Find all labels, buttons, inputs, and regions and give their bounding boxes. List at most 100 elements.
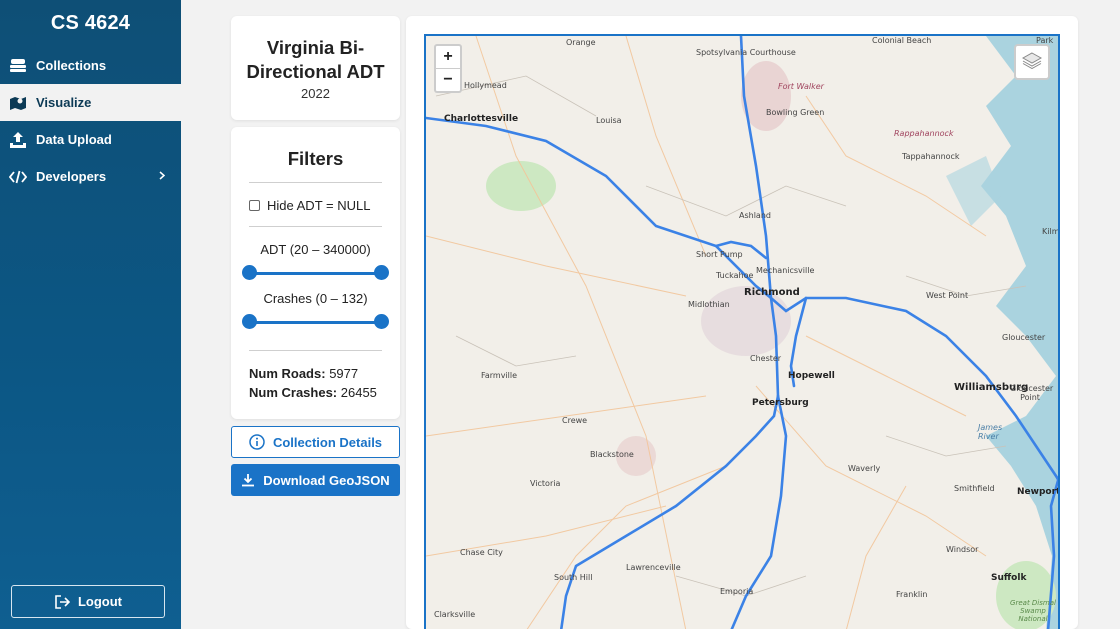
place-label: South Hill [554, 573, 593, 582]
place-label: Windsor [946, 545, 979, 554]
crashes-range-slider[interactable] [242, 314, 389, 330]
num-crashes-stat: Num Crashes: 26455 [249, 385, 377, 400]
adt-range-label: ADT (20 – 340000) [260, 242, 371, 257]
place-label: Chester [750, 354, 782, 363]
sidebar-item-label: Collections [36, 58, 107, 73]
place-label: Smithfield [954, 484, 995, 493]
place-label: Clarksville [434, 610, 476, 619]
num-crashes-label: Num Crashes: [249, 385, 338, 400]
filters-heading: Filters [287, 148, 344, 169]
map-base-layer[interactable] [426, 36, 1060, 629]
place-label: Bowling Green [766, 108, 825, 117]
brand-title: CS 4624 [50, 12, 131, 34]
place-label: Hopewell [788, 371, 835, 381]
map-icon [8, 94, 28, 112]
sidebar-item-developers[interactable]: Developers [0, 158, 181, 195]
place-label: Colonial Beach [872, 36, 932, 45]
divider [249, 226, 382, 227]
place-label: Midlothian [688, 300, 730, 309]
num-roads-stat: Num Roads: 5977 [249, 366, 358, 381]
sidebar-item-visualize[interactable]: Visualize [0, 84, 181, 121]
chevron-right-icon [159, 170, 166, 183]
place-label: Louisa [596, 116, 622, 125]
logout-label: Logout [77, 594, 123, 609]
place-label: Lawrenceville [626, 563, 681, 572]
layers-toggle-button[interactable] [1014, 44, 1050, 80]
place-label: Richmond [744, 287, 800, 298]
zoom-in-button[interactable]: + [436, 46, 460, 68]
place-label: Tappahannock [902, 152, 960, 161]
place-label: Blackstone [590, 450, 634, 459]
sidebar: CS 4624 Collections Visualize Data Uploa… [0, 0, 181, 629]
zoom-out-button[interactable]: − [436, 68, 460, 91]
place-label: Chase City [460, 548, 503, 557]
info-icon [249, 434, 265, 450]
slider-max-handle[interactable] [374, 265, 389, 280]
place-label: Emporia [720, 587, 754, 596]
sidebar-item-label: Data Upload [36, 132, 112, 147]
zoom-control: + − [434, 44, 462, 93]
place-label: Orange [566, 38, 596, 47]
slider-min-handle[interactable] [242, 265, 257, 280]
place-label: Gloucester Point [1010, 384, 1054, 402]
layers-icon [1021, 51, 1043, 74]
slider-track[interactable] [249, 272, 382, 275]
place-label: Gloucester [1002, 333, 1046, 342]
checkbox-box[interactable] [249, 200, 260, 211]
dataset-title: Virginia Bi-Directional ADT [246, 37, 385, 82]
num-crashes-value: 26455 [340, 385, 377, 400]
place-label: Victoria [530, 479, 561, 488]
place-label: Rappahannock [894, 129, 954, 138]
place-label: West Point [926, 291, 969, 300]
sidebar-item-collections[interactable]: Collections [0, 47, 181, 84]
collection-details-label: Collection Details [272, 434, 383, 450]
sidebar-item-label: Visualize [36, 95, 92, 110]
place-label: Franklin [896, 590, 928, 599]
place-label: Crewe [562, 416, 588, 425]
hide-null-label: Hide ADT = NULL [267, 198, 371, 213]
forest-area [486, 161, 556, 211]
adt-range-slider[interactable] [242, 265, 389, 281]
dataset-title-card: Virginia Bi-Directional ADT 2022 [231, 16, 400, 120]
divider [249, 350, 382, 351]
water-body [946, 156, 1001, 226]
num-roads-value: 5977 [329, 366, 359, 381]
crashes-range-label: Crashes (0 – 132) [263, 291, 368, 306]
sidebar-item-label: Developers [36, 169, 107, 184]
place-label: Mechanicsville [756, 266, 815, 275]
place-label: Farmville [481, 371, 518, 380]
slider-min-handle[interactable] [242, 314, 257, 329]
place-label: Ashland [739, 211, 771, 220]
download-geojson-button[interactable]: Download GeoJSON [231, 464, 400, 496]
place-label: Newport [1017, 487, 1060, 497]
place-label: Spotsylvania Courthouse [696, 48, 796, 57]
num-roads-label: Num Roads: [249, 366, 326, 381]
place-label: James River [978, 423, 1003, 441]
place-label: Hollymead [464, 81, 507, 90]
filters-panel: Filters Hide ADT = NULL ADT (20 – 340000… [231, 127, 400, 419]
dataset-year: 2022 [301, 86, 330, 101]
divider [249, 182, 382, 183]
download-geojson-label: Download GeoJSON [263, 472, 390, 488]
logout-button[interactable]: Logout [11, 585, 165, 618]
place-label: Suffolk [991, 573, 1027, 583]
upload-icon [8, 131, 28, 149]
place-label: Fort Walker [778, 82, 824, 91]
place-label: Petersburg [752, 398, 809, 408]
layers-stack-icon [8, 57, 28, 75]
code-icon [8, 168, 28, 186]
place-label: Tuckahoe [716, 271, 754, 280]
logout-icon [54, 594, 70, 609]
collection-details-button[interactable]: Collection Details [231, 426, 400, 458]
road-map[interactable]: Orange Spotsylvania Courthouse Colonial … [424, 34, 1060, 629]
slider-max-handle[interactable] [374, 314, 389, 329]
place-label: Kilma [1042, 227, 1060, 236]
place-label: Waverly [848, 464, 881, 473]
download-icon [241, 473, 255, 487]
place-label: Charlottesville [444, 114, 519, 124]
hide-null-checkbox[interactable]: Hide ADT = NULL [249, 198, 370, 213]
place-label: Great Dismal Swamp National [1010, 599, 1056, 623]
place-label: Short Pump [696, 250, 743, 259]
sidebar-item-data-upload[interactable]: Data Upload [0, 121, 181, 158]
slider-track[interactable] [249, 321, 382, 324]
